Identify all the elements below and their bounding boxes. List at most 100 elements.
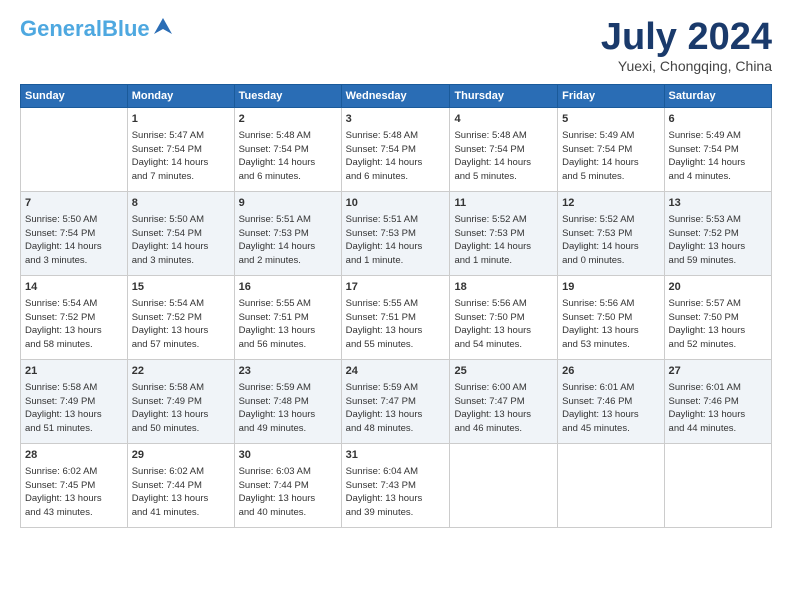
cell-w3-d1: 22Sunrise: 5:58 AMSunset: 7:49 PMDayligh… — [127, 360, 234, 444]
cell-w0-d5: 5Sunrise: 5:49 AMSunset: 7:54 PMDaylight… — [558, 108, 664, 192]
day-info-line: and 39 minutes. — [346, 506, 446, 520]
day-info-line: Daylight: 13 hours — [669, 240, 767, 254]
cell-w2-d2: 16Sunrise: 5:55 AMSunset: 7:51 PMDayligh… — [234, 276, 341, 360]
day-info-line: and 53 minutes. — [562, 338, 659, 352]
logo-blue: Blue — [102, 16, 150, 41]
logo-text: GeneralBlue — [20, 18, 150, 40]
day-number: 9 — [239, 196, 337, 212]
day-info-line: Sunrise: 5:51 AM — [239, 213, 337, 227]
day-info-line: Sunset: 7:44 PM — [239, 479, 337, 493]
day-info-line: Daylight: 13 hours — [239, 324, 337, 338]
day-info-line: Sunrise: 5:55 AM — [239, 297, 337, 311]
day-info-line: Sunrise: 5:58 AM — [132, 381, 230, 395]
day-info-line: Daylight: 14 hours — [132, 240, 230, 254]
day-info-line: Sunrise: 6:03 AM — [239, 465, 337, 479]
day-info-line: Sunrise: 5:52 AM — [454, 213, 553, 227]
col-wednesday: Wednesday — [341, 85, 450, 108]
day-number: 5 — [562, 112, 659, 128]
day-info-line: and 6 minutes. — [346, 170, 446, 184]
day-info-line: Daylight: 14 hours — [669, 156, 767, 170]
cell-w0-d0 — [21, 108, 128, 192]
day-info-line: Sunrise: 5:50 AM — [25, 213, 123, 227]
cell-w1-d4: 11Sunrise: 5:52 AMSunset: 7:53 PMDayligh… — [450, 192, 558, 276]
day-info-line: Daylight: 13 hours — [239, 492, 337, 506]
day-number: 21 — [25, 364, 123, 380]
title-block: July 2024 Yuexi, Chongqing, China — [601, 18, 772, 74]
day-number: 25 — [454, 364, 553, 380]
cell-w4-d6 — [664, 444, 771, 528]
day-number: 13 — [669, 196, 767, 212]
day-info-line: Sunrise: 6:01 AM — [562, 381, 659, 395]
day-info-line: Daylight: 13 hours — [562, 324, 659, 338]
cell-w3-d3: 24Sunrise: 5:59 AMSunset: 7:47 PMDayligh… — [341, 360, 450, 444]
day-info-line: Sunrise: 5:52 AM — [562, 213, 659, 227]
cell-w4-d2: 30Sunrise: 6:03 AMSunset: 7:44 PMDayligh… — [234, 444, 341, 528]
day-info-line: Sunset: 7:43 PM — [346, 479, 446, 493]
day-info-line: Sunset: 7:53 PM — [239, 227, 337, 241]
day-info-line: and 51 minutes. — [25, 422, 123, 436]
day-info-line: Sunrise: 5:51 AM — [346, 213, 446, 227]
day-info-line: Sunrise: 5:57 AM — [669, 297, 767, 311]
day-info-line: Daylight: 14 hours — [454, 156, 553, 170]
day-info-line: Daylight: 13 hours — [132, 324, 230, 338]
day-info-line: Daylight: 14 hours — [239, 156, 337, 170]
header: GeneralBlue July 2024 Yuexi, Chongqing, … — [20, 18, 772, 74]
day-info-line: and 5 minutes. — [562, 170, 659, 184]
day-info-line: Sunset: 7:54 PM — [562, 143, 659, 157]
day-info-line: Sunrise: 5:48 AM — [346, 129, 446, 143]
day-info-line: Sunrise: 6:01 AM — [669, 381, 767, 395]
cell-w1-d0: 7Sunrise: 5:50 AMSunset: 7:54 PMDaylight… — [21, 192, 128, 276]
day-number: 19 — [562, 280, 659, 296]
day-info-line: Daylight: 14 hours — [562, 156, 659, 170]
day-info-line: Sunset: 7:54 PM — [239, 143, 337, 157]
day-info-line: Sunrise: 5:54 AM — [132, 297, 230, 311]
day-info-line: Daylight: 13 hours — [346, 408, 446, 422]
day-info-line: and 57 minutes. — [132, 338, 230, 352]
day-info-line: Sunset: 7:52 PM — [132, 311, 230, 325]
day-info-line: Sunset: 7:52 PM — [669, 227, 767, 241]
day-info-line: and 5 minutes. — [454, 170, 553, 184]
day-info-line: and 50 minutes. — [132, 422, 230, 436]
day-number: 10 — [346, 196, 446, 212]
day-info-line: Sunrise: 6:00 AM — [454, 381, 553, 395]
day-info-line: and 41 minutes. — [132, 506, 230, 520]
cell-w2-d0: 14Sunrise: 5:54 AMSunset: 7:52 PMDayligh… — [21, 276, 128, 360]
day-info-line: Sunset: 7:49 PM — [132, 395, 230, 409]
day-info-line: Sunrise: 5:48 AM — [454, 129, 553, 143]
day-info-line: and 7 minutes. — [132, 170, 230, 184]
col-thursday: Thursday — [450, 85, 558, 108]
day-info-line: Daylight: 13 hours — [454, 408, 553, 422]
day-number: 8 — [132, 196, 230, 212]
day-number: 4 — [454, 112, 553, 128]
day-info-line: Sunset: 7:50 PM — [669, 311, 767, 325]
day-info-line: Sunrise: 5:59 AM — [346, 381, 446, 395]
day-info-line: Sunset: 7:54 PM — [669, 143, 767, 157]
cell-w4-d3: 31Sunrise: 6:04 AMSunset: 7:43 PMDayligh… — [341, 444, 450, 528]
day-info-line: and 6 minutes. — [239, 170, 337, 184]
day-number: 23 — [239, 364, 337, 380]
day-info-line: and 45 minutes. — [562, 422, 659, 436]
day-info-line: Sunset: 7:45 PM — [25, 479, 123, 493]
day-info-line: Daylight: 13 hours — [454, 324, 553, 338]
day-info-line: Sunset: 7:49 PM — [25, 395, 123, 409]
day-info-line: and 46 minutes. — [454, 422, 553, 436]
day-info-line: and 3 minutes. — [25, 254, 123, 268]
day-info-line: Daylight: 13 hours — [239, 408, 337, 422]
day-info-line: Daylight: 13 hours — [25, 408, 123, 422]
day-info-line: Daylight: 14 hours — [346, 240, 446, 254]
week-row-4: 28Sunrise: 6:02 AMSunset: 7:45 PMDayligh… — [21, 444, 772, 528]
day-info-line: Sunrise: 6:04 AM — [346, 465, 446, 479]
cell-w2-d6: 20Sunrise: 5:57 AMSunset: 7:50 PMDayligh… — [664, 276, 771, 360]
day-info-line: Sunset: 7:51 PM — [346, 311, 446, 325]
day-info-line: Sunset: 7:54 PM — [132, 227, 230, 241]
cell-w1-d1: 8Sunrise: 5:50 AMSunset: 7:54 PMDaylight… — [127, 192, 234, 276]
day-info-line: Sunrise: 5:50 AM — [132, 213, 230, 227]
day-number: 30 — [239, 448, 337, 464]
day-info-line: Sunrise: 5:59 AM — [239, 381, 337, 395]
day-number: 16 — [239, 280, 337, 296]
day-info-line: Sunset: 7:46 PM — [669, 395, 767, 409]
day-info-line: Daylight: 14 hours — [132, 156, 230, 170]
cell-w0-d3: 3Sunrise: 5:48 AMSunset: 7:54 PMDaylight… — [341, 108, 450, 192]
day-info-line: and 56 minutes. — [239, 338, 337, 352]
day-info-line: and 59 minutes. — [669, 254, 767, 268]
